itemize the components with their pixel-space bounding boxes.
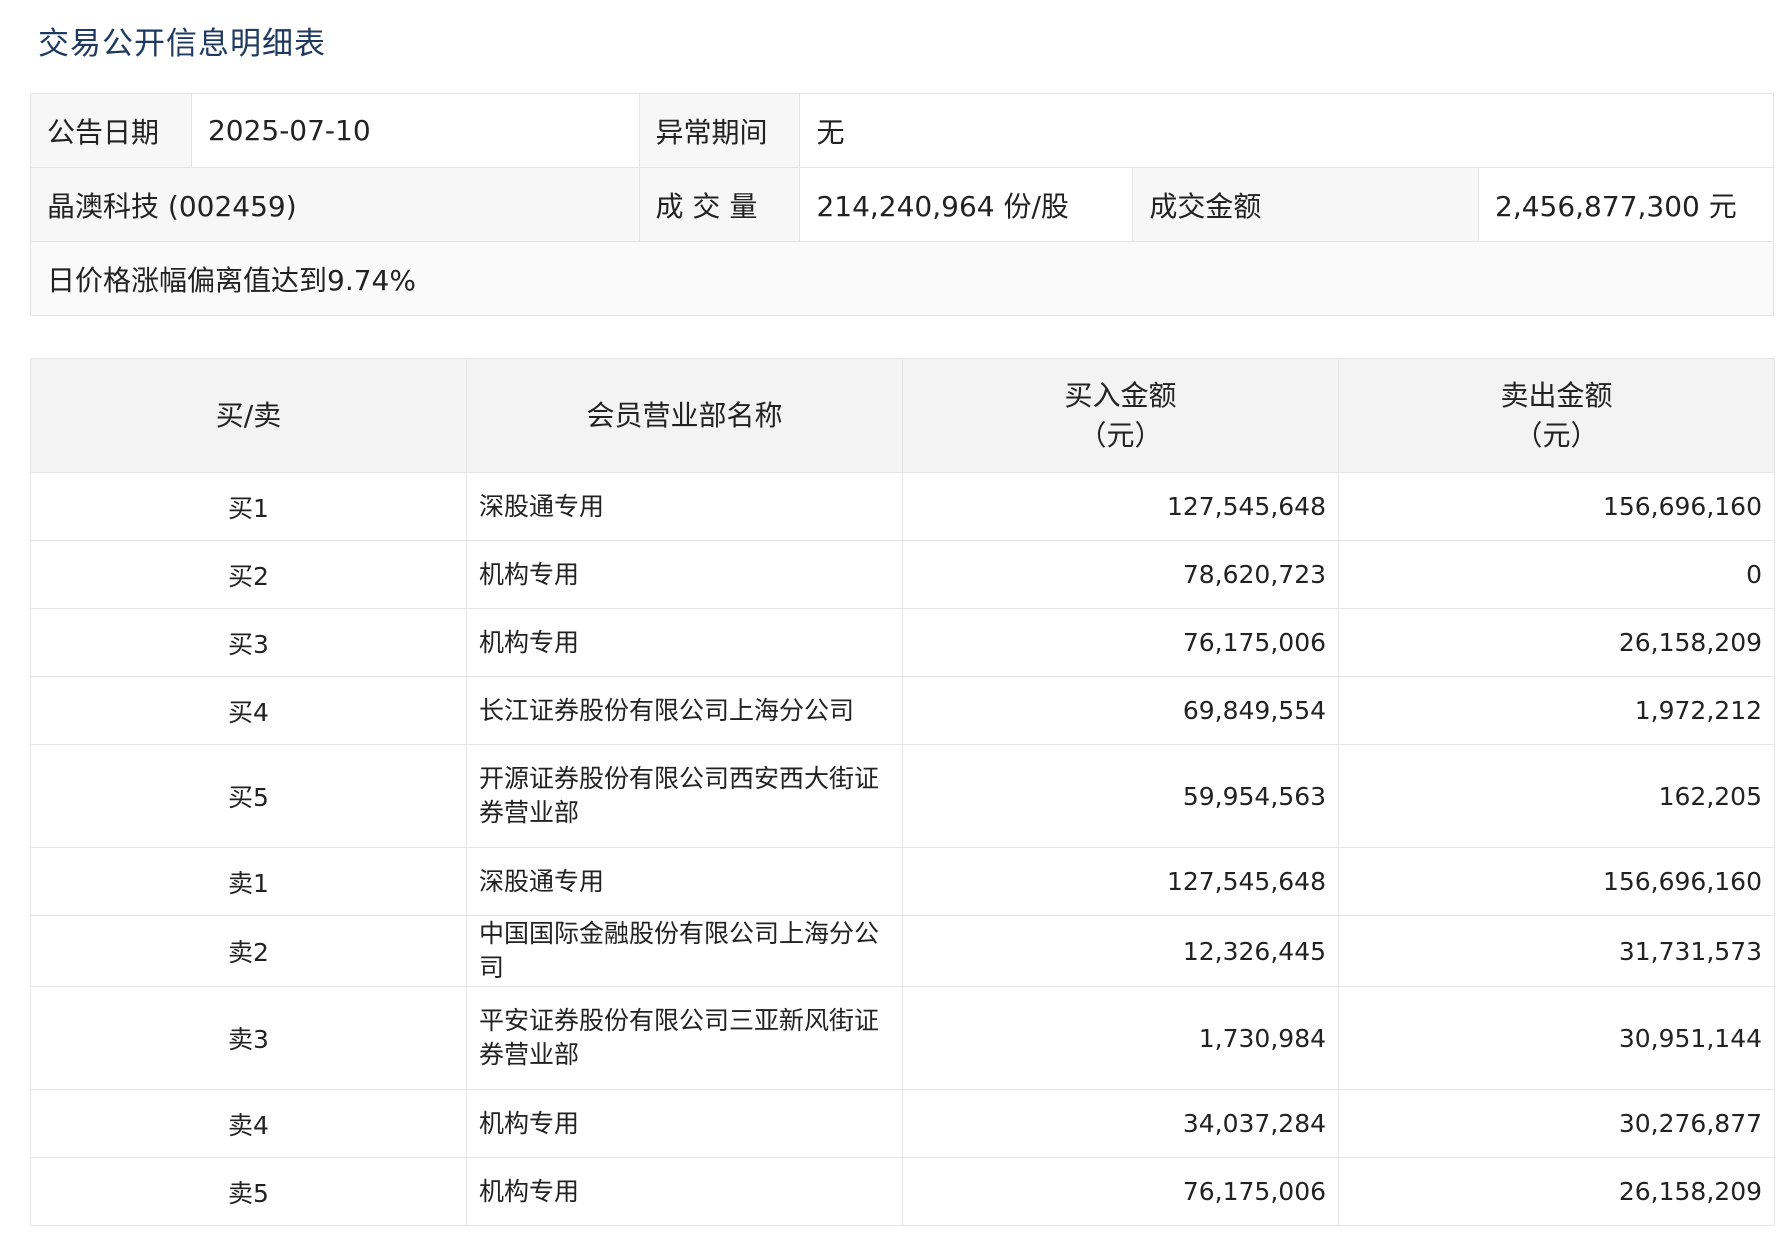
sell-amount-cell: 162,205	[1338, 744, 1775, 848]
member-cell: 中国国际金融股份有限公司上海分公司	[466, 915, 903, 987]
sell-amount-cell: 156,696,160	[1338, 472, 1775, 541]
sell-amount-cell: 30,951,144	[1338, 986, 1775, 1090]
side-cell: 卖5	[30, 1157, 467, 1226]
table-row: 买2 机构专用 78,620,723 0	[30, 540, 1775, 609]
sell-amount-cell: 156,696,160	[1338, 847, 1775, 916]
table-row: 买5 开源证券股份有限公司西安西大街证券营业部 59,954,563 162,2…	[30, 744, 1775, 848]
reason-text: 日价格涨幅偏离值达到9.74%	[30, 241, 1774, 316]
side-cell: 买1	[30, 472, 467, 541]
side-cell: 卖2	[30, 915, 467, 987]
side-cell: 卖1	[30, 847, 467, 916]
sell-amount-cell: 26,158,209	[1338, 608, 1775, 677]
table-row: 卖5 机构专用 76,175,006 26,158,209	[30, 1157, 1775, 1226]
info-row-reason: 日价格涨幅偏离值达到9.74%	[30, 241, 1774, 316]
table-row: 卖1 深股通专用 127,545,648 156,696,160	[30, 847, 1775, 916]
member-cell: 机构专用	[466, 1089, 903, 1158]
sell-amount-cell: 0	[1338, 540, 1775, 609]
member-cell: 机构专用	[466, 608, 903, 677]
member-cell: 开源证券股份有限公司西安西大街证券营业部	[466, 744, 903, 848]
sell-amount-cell: 30,276,877	[1338, 1089, 1775, 1158]
buy-amount-cell: 34,037,284	[902, 1089, 1339, 1158]
buy-amount-cell: 12,326,445	[902, 915, 1339, 987]
buy-amount-cell: 59,954,563	[902, 744, 1339, 848]
stock-name: 晶澳科技 (002459)	[30, 167, 640, 242]
table-row: 卖3 平安证券股份有限公司三亚新风街证券营业部 1,730,984 30,951…	[30, 986, 1775, 1090]
info-row-volume: 晶澳科技 (002459) 成 交 量 214,240,964 份/股 成交金额…	[30, 167, 1774, 242]
buy-amount-cell: 127,545,648	[902, 847, 1339, 916]
table-row: 买1 深股通专用 127,545,648 156,696,160	[30, 472, 1775, 541]
buy-amount-cell: 1,730,984	[902, 986, 1339, 1090]
side-cell: 买3	[30, 608, 467, 677]
summary-info-table: 公告日期 2025-07-10 异常期间 无 晶澳科技 (002459) 成 交…	[30, 93, 1774, 316]
buy-amount-cell: 78,620,723	[902, 540, 1339, 609]
header-member: 会员营业部名称	[466, 358, 903, 473]
period-value: 无	[799, 93, 1774, 168]
member-cell: 平安证券股份有限公司三亚新风街证券营业部	[466, 986, 903, 1090]
header-side: 买/卖	[30, 358, 467, 473]
sell-amount-cell: 26,158,209	[1338, 1157, 1775, 1226]
detail-header-row: 买/卖 会员营业部名称 买入金额 （元） 卖出金额 （元）	[30, 358, 1775, 473]
trade-detail-table: 买/卖 会员营业部名称 买入金额 （元） 卖出金额 （元） 买1 深股通专用 1…	[30, 358, 1775, 1226]
buy-amount-cell: 76,175,006	[902, 608, 1339, 677]
member-cell: 机构专用	[466, 1157, 903, 1226]
date-label: 公告日期	[30, 93, 192, 168]
buy-amount-cell: 76,175,006	[902, 1157, 1339, 1226]
table-row: 买4 长江证券股份有限公司上海分公司 69,849,554 1,972,212	[30, 676, 1775, 745]
amount-label: 成交金额	[1132, 167, 1479, 242]
sell-amount-cell: 31,731,573	[1338, 915, 1775, 987]
period-label: 异常期间	[638, 93, 801, 168]
side-cell: 买5	[30, 744, 467, 848]
member-cell: 深股通专用	[466, 847, 903, 916]
table-row: 卖2 中国国际金融股份有限公司上海分公司 12,326,445 31,731,5…	[30, 915, 1775, 987]
buy-amount-cell: 127,545,648	[902, 472, 1339, 541]
sell-amount-cell: 1,972,212	[1338, 676, 1775, 745]
table-row: 买3 机构专用 76,175,006 26,158,209	[30, 608, 1775, 677]
side-cell: 卖4	[30, 1089, 467, 1158]
page-title: 交易公开信息明细表	[38, 26, 326, 62]
amount-value: 2,456,877,300 元	[1478, 167, 1774, 242]
table-row: 卖4 机构专用 34,037,284 30,276,877	[30, 1089, 1775, 1158]
header-buy-amount: 买入金额 （元）	[902, 358, 1339, 473]
header-sell-amount: 卖出金额 （元）	[1338, 358, 1775, 473]
info-row-date: 公告日期 2025-07-10 异常期间 无	[30, 93, 1774, 168]
side-cell: 卖3	[30, 986, 467, 1090]
volume-value: 214,240,964 份/股	[799, 167, 1134, 242]
member-cell: 长江证券股份有限公司上海分公司	[466, 676, 903, 745]
date-value: 2025-07-10	[190, 93, 640, 168]
side-cell: 买4	[30, 676, 467, 745]
side-cell: 买2	[30, 540, 467, 609]
volume-label: 成 交 量	[638, 167, 801, 242]
member-cell: 机构专用	[466, 540, 903, 609]
member-cell: 深股通专用	[466, 472, 903, 541]
buy-amount-cell: 69,849,554	[902, 676, 1339, 745]
